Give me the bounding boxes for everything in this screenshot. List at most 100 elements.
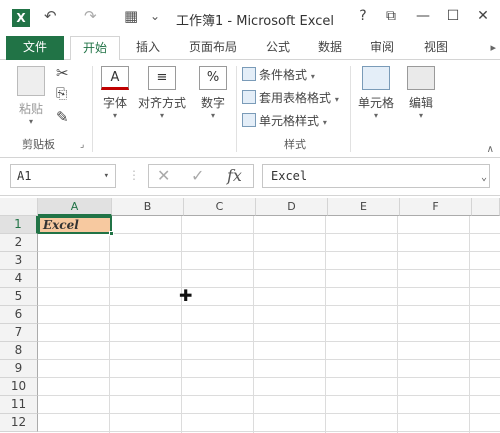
expand-formula-bar-icon[interactable]: ⌄ [481,167,487,189]
worksheet-grid[interactable]: A B C D E F 1 2 3 4 5 6 7 8 9 10 11 12 E… [0,198,500,433]
cells-button[interactable]: 单元格 ▾ [356,66,396,120]
redo-icon[interactable]: ↷ [84,7,97,25]
row-header-6[interactable]: 6 [0,306,38,324]
paste-label: 粘贴 [18,102,43,116]
tab-formulas[interactable]: 公式 [256,36,300,60]
row-header-1[interactable]: 1 [0,216,38,234]
column-header-d[interactable]: D [256,198,328,216]
select-all-corner[interactable] [0,198,38,216]
format-as-table-button[interactable]: 套用表格格式 ▾ [242,89,339,106]
minimize-button[interactable]: — [414,8,432,24]
editing-label: 编辑 [408,96,433,110]
cell-pointer-cursor-icon: ✚ [179,286,193,305]
percent-icon: % [199,66,227,90]
styles-group-label: 样式 [284,138,306,151]
font-button[interactable]: A 字体 ▾ [98,66,132,120]
column-header-g[interactable] [472,198,500,216]
tab-review[interactable]: 审阅 [360,36,404,60]
font-label: 字体 [102,96,127,110]
fill-handle[interactable] [109,231,114,236]
copy-icon[interactable]: ⎘ [56,86,67,102]
number-dropdown-icon: ▾ [210,111,215,120]
row-header-12[interactable]: 12 [0,414,38,432]
table-icon [242,90,256,104]
separator [92,66,93,152]
row-header-11[interactable]: 11 [0,396,38,414]
column-header-b[interactable]: B [112,198,184,216]
paste-button[interactable]: 粘贴 ▾ [14,66,48,126]
tab-page-layout[interactable]: 页面布局 [178,36,248,60]
formula-value: Excel [271,169,308,183]
tab-scroll-icon[interactable]: ▸ [490,41,496,54]
formula-bar-grip-icon: ⋮ [128,168,140,182]
close-button[interactable]: ✕ [474,8,492,24]
row-header-5[interactable]: 5 [0,288,38,306]
name-box[interactable]: A1 ▾ [10,164,116,188]
format-as-table-label: 套用表格格式 [259,91,332,105]
formula-bar: A1 ▾ ⋮ ✕ ✓ fx Excel ⌄ [0,158,500,196]
row-header-7[interactable]: 7 [0,324,38,342]
conditional-formatting-icon [242,67,256,81]
row-header-9[interactable]: 9 [0,360,38,378]
name-box-value: A1 [17,169,32,183]
paste-dropdown-icon: ▾ [28,117,33,126]
help-button[interactable]: ? [354,8,372,24]
clipboard-launcher-icon[interactable]: ⌟ [80,140,84,150]
cut-icon[interactable]: ✂ [56,64,69,82]
tab-home[interactable]: 开始 [70,36,120,61]
excel-logo-icon: X [12,9,30,27]
cell-styles-dropdown-icon: ▾ [322,118,327,127]
ribbon-display-button[interactable]: ⧉ [382,8,400,24]
row-header-8[interactable]: 8 [0,342,38,360]
insert-function-icon[interactable]: fx [227,166,242,185]
alignment-button[interactable]: ≡ 对齐方式 ▾ [136,66,188,120]
cancel-icon[interactable]: ✕ [157,166,170,185]
font-dropdown-icon: ▾ [112,111,117,120]
conditional-formatting-label: 条件格式 [259,68,308,82]
formula-input[interactable]: Excel ⌄ [262,164,490,188]
customize-qat-icon[interactable]: ⌄ [150,9,160,23]
tab-data[interactable]: 数据 [308,36,352,60]
formula-buttons: ✕ ✓ fx [148,164,254,188]
tab-file[interactable]: 文件 [6,36,64,60]
alignment-icon: ≡ [148,66,176,90]
separator [350,66,351,152]
separator [236,66,237,152]
undo-icon[interactable]: ↶ [44,7,57,25]
alignment-dropdown-icon: ▾ [159,111,164,120]
number-button[interactable]: % 数字 ▾ [196,66,230,120]
tab-view[interactable]: 视图 [414,36,458,60]
maximize-button[interactable]: ☐ [444,8,462,24]
alignment-label: 对齐方式 [137,96,186,110]
tab-insert[interactable]: 插入 [126,36,170,60]
column-header-a[interactable]: A [38,198,112,216]
format-painter-icon[interactable]: ✎ [56,108,69,126]
cell-area[interactable] [38,216,500,433]
binoculars-icon [407,66,435,90]
cells-icon [362,66,390,90]
ribbon: 粘贴 ▾ ✂ ⎘ ✎ 剪贴板 ⌟ A 字体 ▾ ≡ 对齐方式 ▾ % 数字 ▾ … [0,60,500,158]
active-cell-a1[interactable]: Excel [38,216,112,234]
name-box-dropdown-icon[interactable]: ▾ [104,165,109,187]
collapse-ribbon-icon[interactable]: ∧ [487,144,494,155]
column-header-f[interactable]: F [400,198,472,216]
row-header-4[interactable]: 4 [0,270,38,288]
column-header-e[interactable]: E [328,198,400,216]
enter-icon[interactable]: ✓ [191,166,204,185]
conditional-formatting-button[interactable]: 条件格式 ▾ [242,66,315,83]
editing-dropdown-icon: ▾ [418,111,423,120]
clipboard-group-label: 剪贴板 [22,138,55,151]
editing-button[interactable]: 编辑 ▾ [404,66,438,120]
cell-styles-icon [242,113,256,127]
column-header-c[interactable]: C [184,198,256,216]
cells-label: 单元格 [357,96,394,110]
row-header-10[interactable]: 10 [0,378,38,396]
cell-styles-button[interactable]: 单元格样式 ▾ [242,112,327,129]
clipboard-icon [17,66,45,96]
number-label: 数字 [200,96,225,110]
row-header-3[interactable]: 3 [0,252,38,270]
form-icon[interactable]: ▦ [124,7,138,25]
title-bar: X ↶ ↷ ▦ ⌄ 工作簿1 - Microsoft Excel ? ⧉ — ☐… [0,0,500,36]
row-header-2[interactable]: 2 [0,234,38,252]
window-title: 工作簿1 - Microsoft Excel [176,14,334,29]
